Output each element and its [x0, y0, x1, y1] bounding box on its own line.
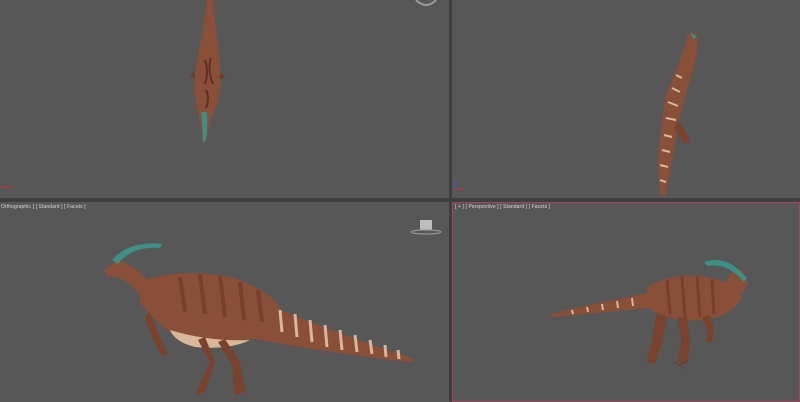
- viewport-divider-vertical[interactable]: [449, 0, 452, 402]
- parasaurolophus-model-side[interactable]: [0, 202, 449, 402]
- viewcube-icon[interactable]: [414, 0, 438, 8]
- viewport-divider-horizontal[interactable]: [0, 198, 800, 202]
- viewport-perspective[interactable]: [ + ] [ Perspective ] [ Standard ] [ Fac…: [452, 202, 800, 402]
- axis-tripod-icon: [452, 175, 468, 193]
- parasaurolophus-model-top[interactable]: [0, 0, 449, 198]
- axis-tripod-icon: [0, 181, 14, 191]
- viewcube-icon[interactable]: [410, 218, 442, 236]
- viewport-orthographic[interactable]: Orthographic ] [ Standard ] [ Facets ]: [0, 202, 449, 402]
- parasaurolophus-model-front[interactable]: [452, 0, 800, 198]
- parasaurolophus-model-perspective[interactable]: [452, 202, 800, 402]
- viewport-front[interactable]: [452, 0, 800, 198]
- viewport-top[interactable]: [0, 0, 449, 198]
